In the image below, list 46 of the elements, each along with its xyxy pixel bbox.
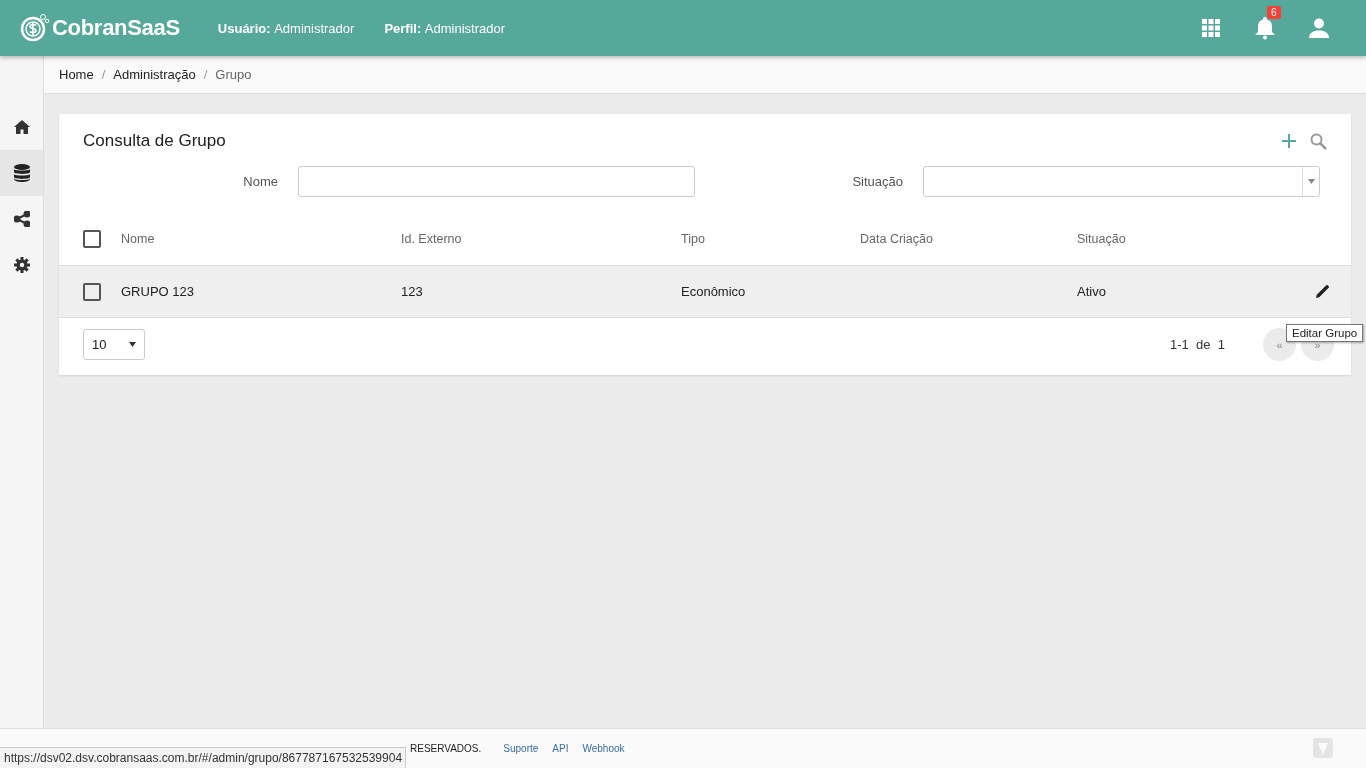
tooltip: Editar Grupo <box>1286 324 1364 342</box>
breadcrumb-separator: / <box>203 67 208 82</box>
filter-label: Nome <box>242 174 278 189</box>
checkbox[interactable] <box>83 282 101 301</box>
caret-icon <box>129 342 136 347</box>
profile-info: Perfil: Administrador <box>384 20 506 36</box>
share-icon <box>13 211 30 227</box>
page-size-select[interactable]: 10 <box>83 329 145 360</box>
status-url: https://dsv02.dsv.cobransaas.com.br/#/admin/grupo/867787167532539904 <box>0 747 407 768</box>
notification-badge: 6 <box>1267 6 1281 19</box>
add-icon[interactable] <box>1282 134 1296 148</box>
table-cell: Econômico <box>681 284 746 299</box>
settings-icon <box>13 257 30 273</box>
search-icon[interactable] <box>1310 132 1327 150</box>
column-header: Data Criação <box>860 232 933 246</box>
name-input-field[interactable] <box>298 166 695 197</box>
breadcrumb-item[interactable]: Home <box>59 67 94 82</box>
apps-grid-icon[interactable] <box>1202 19 1220 37</box>
column-header: Nome <box>121 232 155 246</box>
copyright-text: RESERVADOS. <box>410 743 482 754</box>
logo-icon <box>20 13 50 43</box>
pagination-range: 1-1 de 1 <box>1170 337 1225 352</box>
table-cell: 123 <box>401 284 423 299</box>
table-cell: Ativo <box>1077 284 1106 299</box>
user-icon[interactable] <box>1309 18 1329 38</box>
app-logo-text: CobranSaaS <box>52 15 180 41</box>
breadcrumb-separator: / <box>101 67 106 82</box>
breadcrumb-item: Grupo <box>215 67 252 82</box>
sidebar-item[interactable] <box>0 150 43 196</box>
column-header: Tipo <box>681 232 705 246</box>
caret-icon <box>1307 179 1315 184</box>
bell-icon[interactable] <box>1254 16 1276 40</box>
filter-label: Situação <box>851 174 903 189</box>
card-title: Consulta de Grupo <box>83 131 227 151</box>
column-header: Id. Externo <box>401 232 462 246</box>
footer-link[interactable]: Webhook <box>582 743 625 754</box>
column-header: Situação <box>1077 232 1126 246</box>
footer-link[interactable]: Suporte <box>503 743 539 754</box>
checkbox[interactable] <box>83 230 101 248</box>
home-icon <box>13 120 30 134</box>
footer-link[interactable]: API <box>552 743 569 754</box>
breadcrumb-item[interactable]: Administração <box>113 67 196 82</box>
database-icon <box>13 164 30 182</box>
table-cell: GRUPO 123 <box>121 284 194 299</box>
user-info: Usuário: Administrador <box>217 20 355 36</box>
edit-icon[interactable] <box>1316 285 1329 298</box>
